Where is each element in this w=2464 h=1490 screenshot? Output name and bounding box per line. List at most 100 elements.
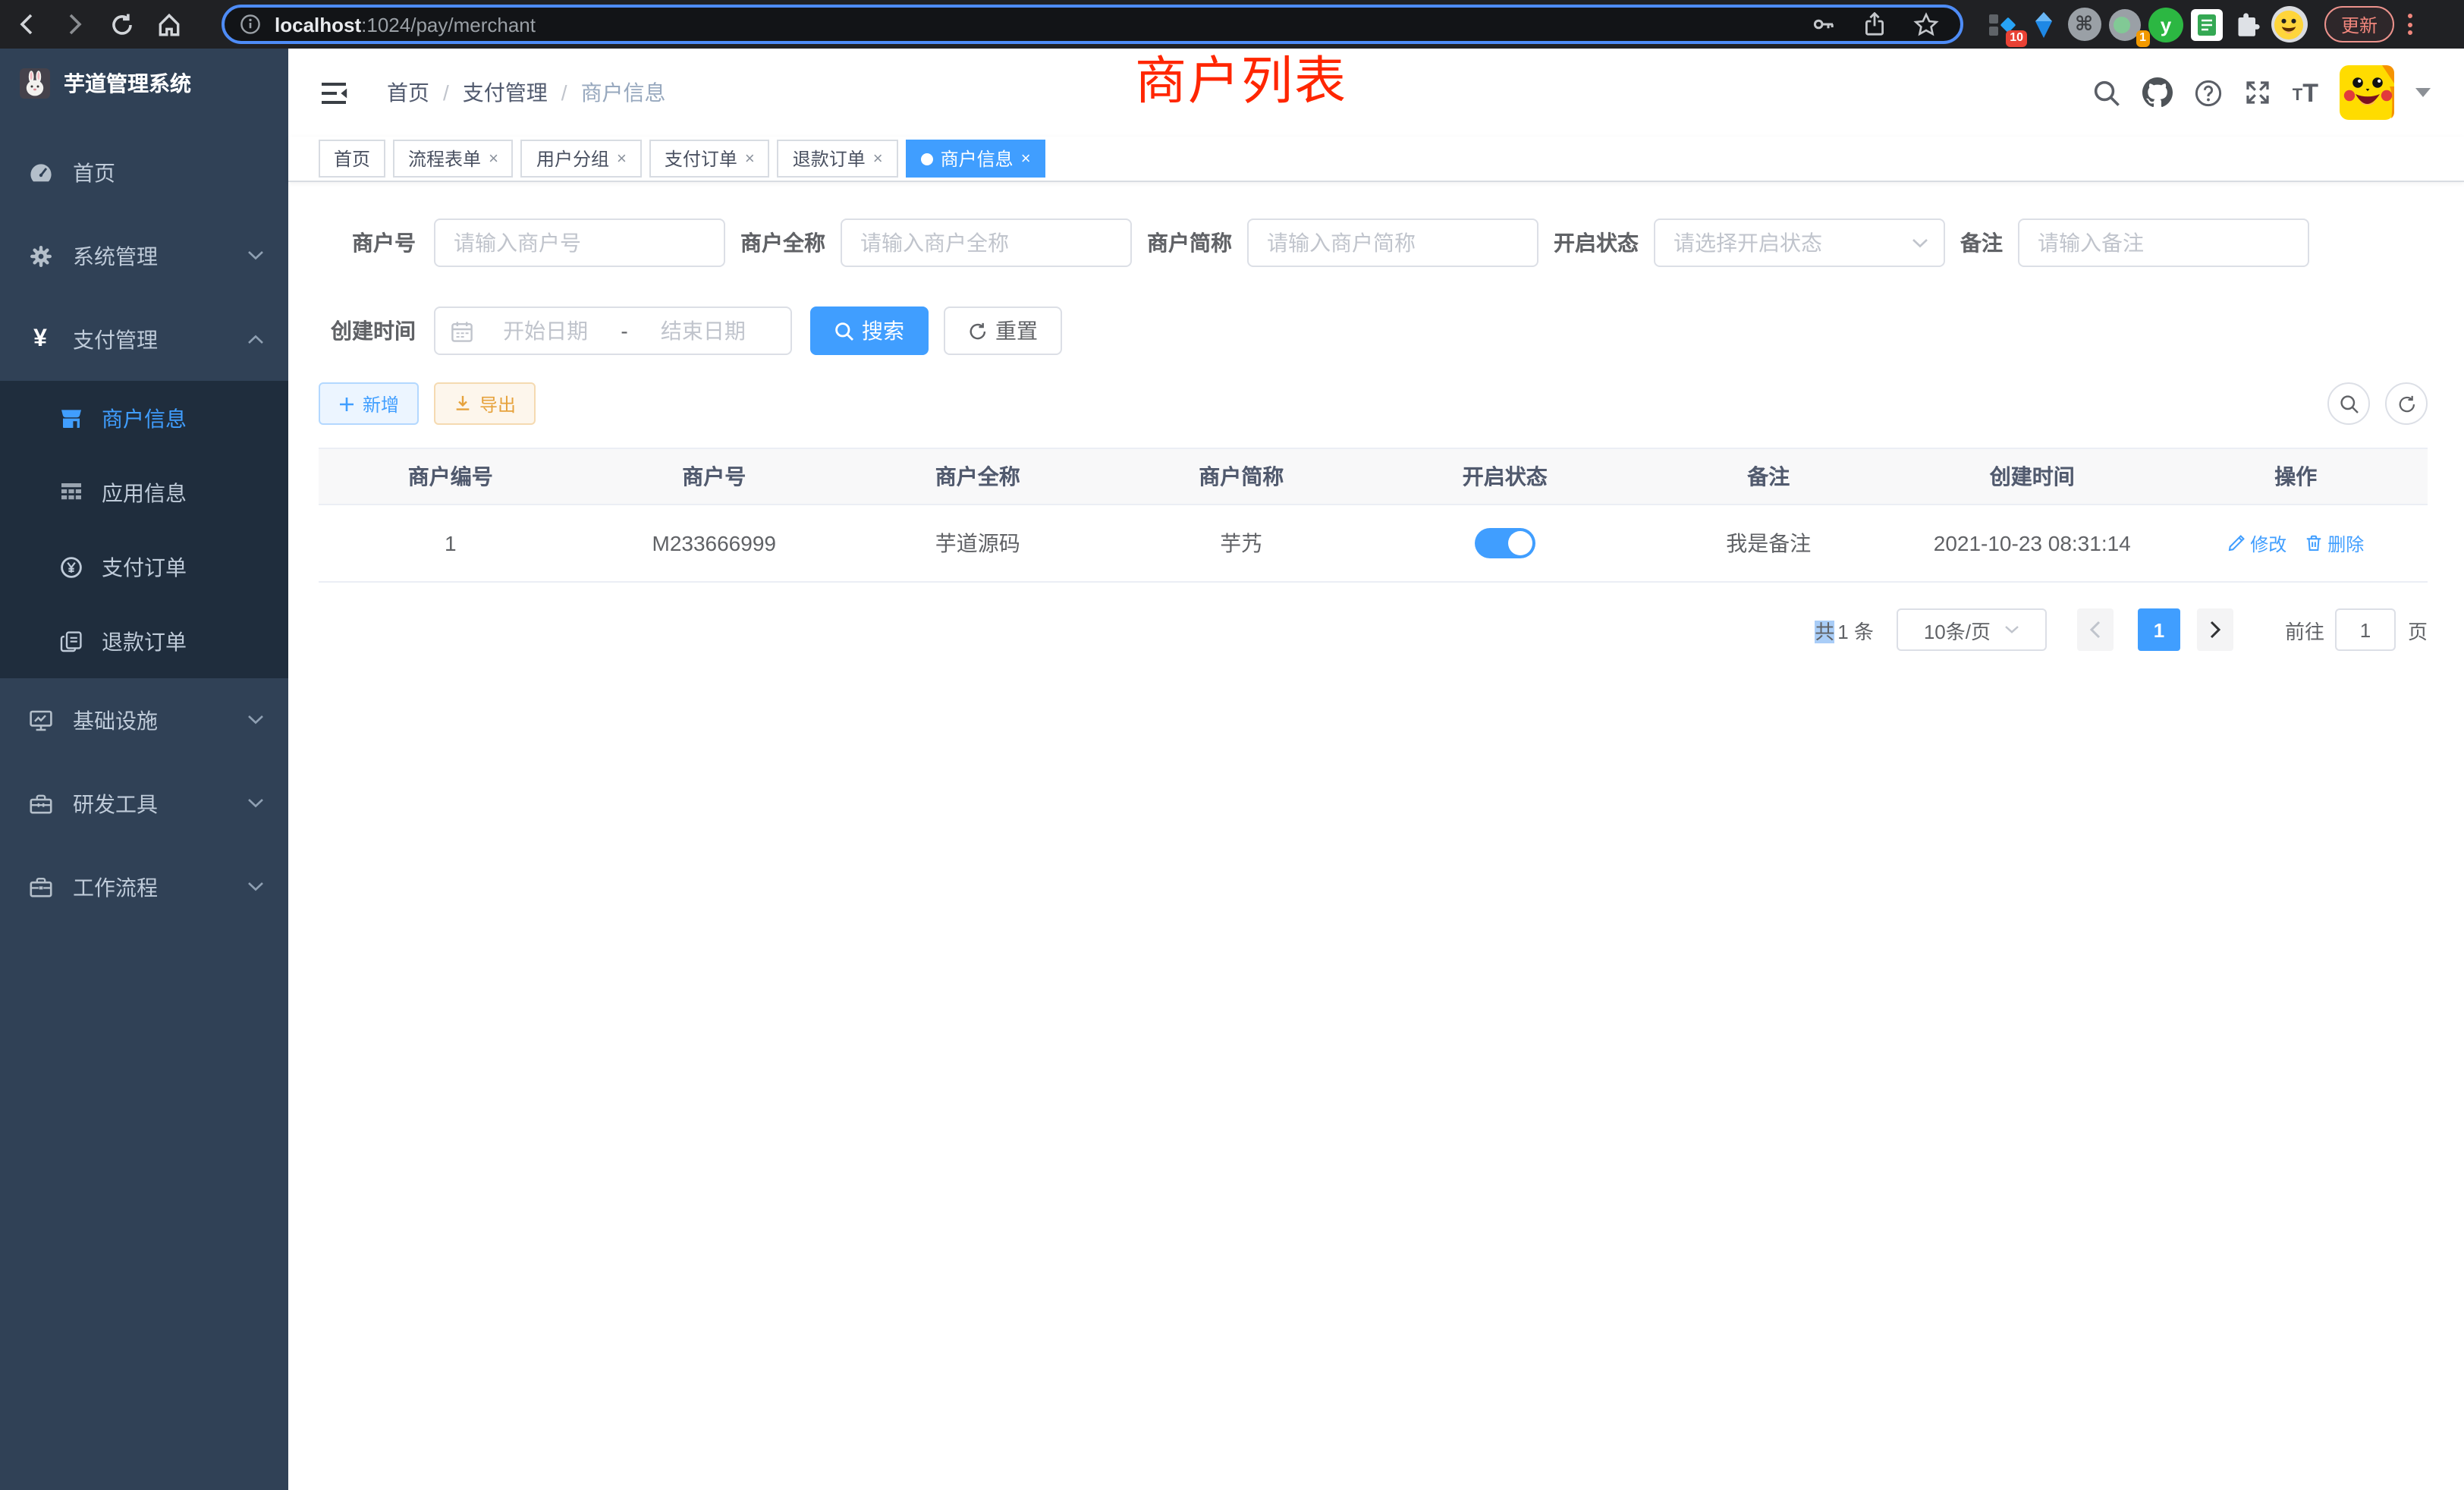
extension-sheet-icon[interactable] (2186, 4, 2227, 45)
browser-back-button[interactable] (8, 5, 47, 44)
reset-button[interactable]: 重置 (944, 306, 1062, 355)
merchant-short-name-input[interactable] (1247, 218, 1538, 267)
search-button[interactable]: 搜索 (810, 306, 929, 355)
tab-process-form[interactable]: 流程表单 × (393, 140, 514, 178)
remark-input[interactable] (2018, 218, 2309, 267)
browser-forward-button[interactable] (55, 5, 94, 44)
password-key-icon[interactable] (1812, 12, 1836, 36)
download-icon (454, 395, 472, 413)
sidebar-item-home[interactable]: 首页 (0, 130, 288, 214)
search-icon[interactable] (2092, 78, 2121, 107)
fullscreen-icon[interactable] (2244, 79, 2271, 106)
extension-command-icon[interactable]: ⌘ (2063, 4, 2104, 45)
browser-menu-icon[interactable] (2408, 14, 2412, 35)
next-page-button[interactable] (2197, 608, 2233, 651)
add-button[interactable]: 新增 (319, 382, 419, 425)
sidebar-item-system[interactable]: 系统管理 (0, 214, 288, 297)
table-utility-buttons (2327, 382, 2428, 425)
chevron-up-icon (247, 334, 264, 344)
merchant-name-label: 商户全称 (740, 228, 841, 258)
breadcrumb-separator: / (561, 80, 567, 105)
browser-reload-button[interactable] (102, 5, 141, 44)
merchant-no-input[interactable] (434, 218, 725, 267)
github-icon[interactable] (2142, 77, 2173, 108)
user-menu-caret-icon[interactable] (2415, 88, 2431, 97)
profile-avatar-emoji-icon[interactable] (2268, 4, 2309, 45)
cell-short-name: 芋艿 (1110, 528, 1374, 558)
tab-home[interactable]: 首页 (319, 140, 385, 178)
remark-label: 备注 (1960, 228, 2018, 258)
site-info-icon[interactable] (240, 14, 261, 35)
prev-page-button[interactable] (2077, 608, 2114, 651)
page-size-value: 10条/页 (1924, 615, 1991, 644)
add-button-label: 新增 (363, 391, 399, 417)
tab-refund-order[interactable]: 退款订单 × (778, 140, 898, 178)
sidebar-item-refund-order[interactable]: 退款订单 (0, 604, 288, 678)
extension-y-icon[interactable]: y (2145, 4, 2186, 45)
toggle-knob (1508, 531, 1532, 555)
sidebar-item-label: 应用信息 (102, 477, 187, 508)
sidebar-item-app-info[interactable]: 应用信息 (0, 455, 288, 530)
close-icon[interactable]: × (489, 149, 498, 168)
create-time-range-picker[interactable]: 开始日期 - 结束日期 (434, 306, 792, 355)
page-size-select[interactable]: 10条/页 (1897, 608, 2047, 651)
export-button[interactable]: 导出 (434, 382, 536, 425)
extension-sidebar-icon[interactable]: 10 (1982, 4, 2022, 45)
grid-icon (58, 481, 83, 504)
toolbox-icon (27, 791, 53, 816)
share-icon[interactable] (1863, 12, 1886, 36)
sidebar-item-infrastructure[interactable]: 基础设施 (0, 678, 288, 762)
close-icon[interactable]: × (1021, 149, 1031, 168)
sidebar-item-merchant-info[interactable]: 商户信息 (0, 381, 288, 455)
extension-timer-icon[interactable]: 1 (2104, 4, 2145, 45)
cell-merchant-no: M233666999 (583, 531, 847, 555)
extension-gem-icon[interactable] (2022, 4, 2063, 45)
table-header-row: 商户编号 商户号 商户全称 商户简称 开启状态 备注 创建时间 操作 (319, 449, 2428, 505)
browser-home-button[interactable] (149, 5, 188, 44)
merchant-name-input[interactable] (841, 218, 1132, 267)
goto-label: 前往 (2285, 615, 2324, 644)
refresh-table-button[interactable] (2385, 382, 2428, 425)
close-icon[interactable]: × (745, 149, 755, 168)
bookmark-star-icon[interactable] (1913, 11, 1939, 37)
tab-merchant-info[interactable]: 商户信息 × (906, 140, 1046, 178)
tab-user-group[interactable]: 用户分组 × (521, 140, 642, 178)
tab-label: 商户信息 (941, 146, 1014, 171)
status-toggle[interactable] (1475, 528, 1535, 558)
gear-icon (27, 244, 53, 268)
extension-icons: 10 ⌘ 1 y (1982, 4, 2309, 45)
chevron-right-icon (2209, 621, 2221, 639)
sidebar-item-payment[interactable]: ¥ 支付管理 (0, 297, 288, 381)
sidebar-item-pay-order[interactable]: 支付订单 (0, 530, 288, 604)
tab-pay-order[interactable]: 支付订单 × (649, 140, 770, 178)
user-avatar[interactable] (2340, 65, 2394, 120)
yen-circle-icon (58, 555, 83, 579)
sidebar-item-dev-tools[interactable]: 研发工具 (0, 762, 288, 845)
sidebar-item-label: 系统管理 (73, 240, 247, 271)
status-select[interactable]: 请选择开启状态 (1654, 218, 1945, 267)
extensions-puzzle-icon[interactable] (2227, 4, 2268, 45)
trash-icon (2305, 534, 2323, 552)
chevron-left-icon (2089, 621, 2101, 639)
goto-page-input[interactable] (2335, 608, 2396, 651)
sidebar-item-label: 基础设施 (73, 705, 247, 735)
delete-link[interactable]: 删除 (2305, 530, 2364, 556)
font-size-icon[interactable]: TT (2293, 81, 2318, 104)
breadcrumb-home[interactable]: 首页 (387, 77, 429, 108)
cell-actions: 修改 删除 (2164, 530, 2428, 556)
breadcrumb: 首页 / 支付管理 / 商户信息 (387, 77, 666, 108)
sidebar-item-workflow[interactable]: 工作流程 (0, 845, 288, 929)
chevron-down-icon (247, 715, 264, 725)
close-icon[interactable]: × (617, 149, 627, 168)
page-number-1[interactable]: 1 (2138, 608, 2180, 651)
breadcrumb-payment[interactable]: 支付管理 (463, 77, 548, 108)
browser-update-button[interactable]: 更新 (2324, 6, 2394, 42)
address-bar[interactable]: localhost:1024/pay/merchant (222, 5, 1963, 44)
help-icon[interactable] (2194, 78, 2223, 107)
toggle-search-button[interactable] (2327, 382, 2370, 425)
edit-link[interactable]: 修改 (2227, 530, 2286, 556)
sidebar-collapse-icon[interactable] (322, 81, 347, 104)
close-icon[interactable]: × (873, 149, 883, 168)
cell-full-name: 芋道源码 (846, 528, 1110, 558)
status-label: 开启状态 (1554, 228, 1654, 258)
